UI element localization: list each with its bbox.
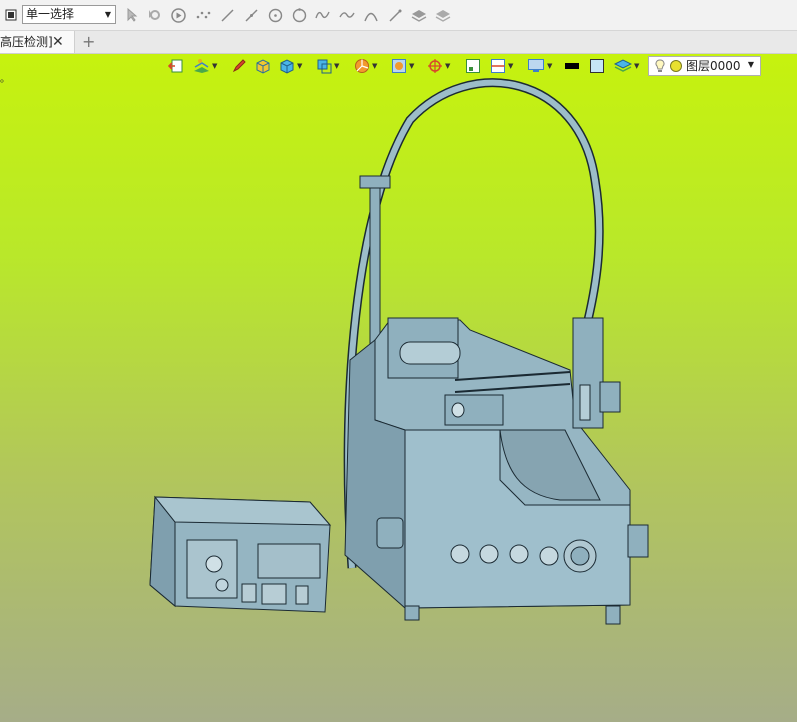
layer-dropdown[interactable]: 图层0000 ▼ — [648, 56, 761, 76]
exit-view-icon[interactable] — [168, 58, 184, 74]
line-icon[interactable] — [219, 7, 235, 23]
slider-knob — [451, 402, 465, 418]
layer-stack-icon[interactable]: ▼ — [614, 58, 639, 74]
front-knob-3 — [509, 544, 529, 564]
controller-switch — [241, 583, 257, 603]
controller-display — [257, 543, 321, 579]
viewport-marker: 。 — [0, 74, 10, 85]
hose-clamp — [359, 175, 391, 189]
add-tab-button[interactable]: + — [82, 31, 95, 53]
pencil-icon[interactable] — [232, 58, 246, 74]
controller-dial — [205, 555, 223, 573]
play-icon[interactable] — [170, 7, 186, 23]
rect-view-icon[interactable] — [465, 58, 481, 74]
document-tab-bar: 高压检测] ✕ + — [0, 31, 797, 54]
box-blue-icon[interactable]: ▼ — [279, 58, 302, 74]
stack-icon[interactable] — [411, 7, 427, 23]
controller-button — [215, 578, 229, 592]
chevron-down-icon: ▼ — [212, 62, 218, 70]
circle-icon[interactable] — [267, 7, 283, 23]
chevron-down-icon: ▼ — [747, 60, 754, 69]
top-toolbar: 单一选择 ▼ — [0, 0, 797, 31]
monitor-icon[interactable]: ▼ — [527, 58, 552, 74]
wave-icon[interactable] — [315, 7, 331, 23]
split-view-icon[interactable]: ▼ — [490, 58, 513, 74]
chevron-down-icon: ▼ — [547, 62, 553, 70]
chevron-down-icon: ▼ — [372, 62, 378, 70]
layers-view-icon[interactable]: ▼ — [192, 58, 217, 74]
stop-icon[interactable] — [3, 7, 19, 23]
chevron-down-icon: ▼ — [409, 62, 415, 70]
foot-1 — [404, 605, 420, 621]
box-yellow-icon[interactable] — [255, 58, 271, 74]
controller-key — [295, 585, 309, 605]
circle2-icon[interactable] — [291, 7, 307, 23]
pen-icon[interactable] — [387, 7, 403, 23]
pointer-icon[interactable] — [124, 7, 140, 23]
dots-icon[interactable] — [195, 7, 211, 23]
black-bar-icon[interactable] — [564, 58, 580, 74]
layer-name: 图层0000 — [686, 59, 741, 73]
selection-mode-dropdown[interactable]: 单一选择 ▼ — [22, 5, 116, 24]
blue-square-icon[interactable] — [589, 58, 605, 74]
chevron-down-icon: ▼ — [297, 62, 303, 70]
nozzle — [579, 384, 591, 421]
gear-pointer-icon[interactable] — [146, 7, 162, 23]
front-knob-1 — [450, 544, 470, 564]
side-cylinder — [376, 517, 404, 549]
frame-icon[interactable]: ▼ — [391, 58, 414, 74]
bulb-icon[interactable] — [653, 58, 667, 74]
tab-label: 高压检测] — [0, 35, 53, 49]
3d-viewport[interactable]: 。 — [0, 54, 797, 722]
tab-document[interactable]: 高压检测] ✕ — [0, 31, 75, 53]
chevron-down-icon: ▼ — [334, 62, 340, 70]
selection-mode-value: 单一选择 — [26, 7, 75, 21]
pie-icon[interactable]: ▼ — [354, 58, 377, 74]
front-knob-2 — [479, 544, 499, 564]
arc-icon[interactable] — [363, 7, 379, 23]
target-icon[interactable]: ▼ — [427, 58, 450, 74]
stack2-icon[interactable] — [435, 7, 451, 23]
line2-icon[interactable] — [243, 7, 259, 23]
right-bracket — [599, 381, 621, 413]
side-bracket — [627, 524, 649, 558]
front-knob-4 — [539, 546, 559, 566]
wave2-icon[interactable] — [339, 7, 355, 23]
chevron-down-icon: ▼ — [104, 10, 111, 19]
chevron-down-icon: ▼ — [508, 62, 514, 70]
cad-model — [149, 78, 649, 625]
front-connector-inner — [570, 546, 590, 566]
roller — [399, 341, 461, 365]
chevron-down-icon: ▼ — [634, 62, 640, 70]
sun-icon[interactable] — [669, 59, 683, 73]
controller-keypad — [261, 583, 287, 605]
foot-2 — [605, 605, 621, 625]
chevron-down-icon: ▼ — [445, 62, 451, 70]
box-wire-icon[interactable]: ▼ — [316, 58, 339, 74]
controller-top — [153, 496, 332, 526]
close-icon[interactable]: ✕ — [52, 31, 64, 53]
